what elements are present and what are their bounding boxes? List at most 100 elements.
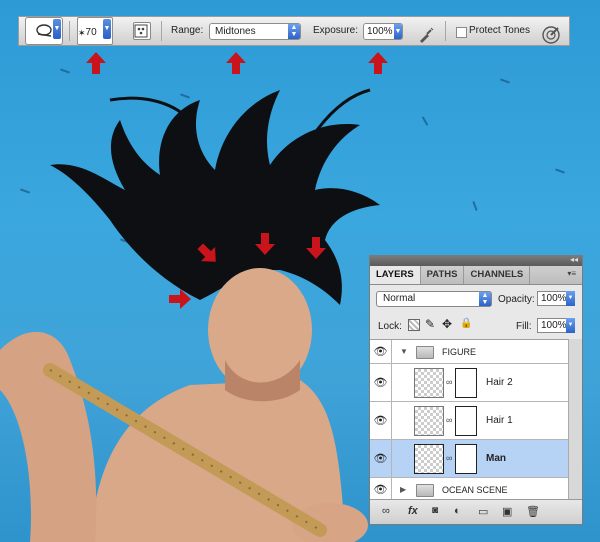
new-group-icon[interactable]: ▭ <box>478 505 488 518</box>
collapse-icon[interactable]: ◂◂ <box>570 255 578 264</box>
fill-value: 100% <box>541 320 567 331</box>
layer-hair-1[interactable]: 👁 ∞ Hair 1 <box>370 402 568 440</box>
link-chain-icon[interactable]: ∞ <box>446 377 452 387</box>
visibility-eye-icon[interactable]: 👁 <box>370 340 392 363</box>
annotation-arrow-up <box>368 52 388 74</box>
chevron-down-icon: ▼ <box>566 291 575 306</box>
visibility-eye-icon[interactable]: 👁 <box>370 364 392 401</box>
brush-panel-button[interactable] <box>133 22 151 40</box>
exposure-label: Exposure: <box>313 25 359 36</box>
layers-panel: ◂◂ LAYERS PATHS CHANNELS ▾≡ Normal ▲ ▼ Op… <box>369 255 583 525</box>
lock-pixels-icon[interactable]: ✎ <box>425 317 435 331</box>
fish-shape <box>59 68 71 74</box>
layer-mask-thumbnail[interactable] <box>455 368 477 398</box>
airbrush-icon <box>420 27 434 43</box>
fish-shape <box>472 200 478 212</box>
layer-name: OCEAN SCENE <box>442 485 508 495</box>
options-bar: ▼ ✶ 70 ▼ Range: Midtones ▲ ▼ Exposure: 10… <box>18 16 570 46</box>
trash-icon[interactable]: 🗑 <box>526 505 540 518</box>
brush-picker[interactable]: ✶ 70 ▼ <box>77 17 113 45</box>
opacity-field[interactable]: 100% ▼ <box>537 291 575 306</box>
tool-preset-picker[interactable]: ▼ <box>25 17 63 45</box>
layers-scrollbar[interactable] <box>568 339 582 501</box>
lock-transparency-icon[interactable] <box>408 319 420 331</box>
tab-channels[interactable]: CHANNELS <box>464 266 531 284</box>
annotation-arrow-right <box>169 289 191 309</box>
airbrush-button[interactable] <box>417 21 435 49</box>
chevron-down-icon: ▼ <box>394 24 402 39</box>
protect-tones-checkbox[interactable] <box>456 27 467 38</box>
visibility-eye-icon[interactable]: 👁 <box>370 478 392 501</box>
layer-mask-thumbnail[interactable] <box>455 406 477 436</box>
folder-icon <box>416 346 434 359</box>
chevron-down-icon: ▼ <box>566 318 575 333</box>
layer-thumbnail <box>414 444 444 474</box>
brush-tip-icon: ✶ <box>78 27 86 38</box>
annotation-arrow-down <box>255 233 275 255</box>
tablet-pressure-icon <box>542 26 560 44</box>
tab-paths[interactable]: PATHS <box>421 266 465 284</box>
brush-panel-icon <box>134 24 148 38</box>
updown-arrows-icon: ▲ ▼ <box>288 24 300 39</box>
layer-hair-2[interactable]: 👁 ∞ Hair 2 <box>370 364 568 402</box>
new-layer-icon[interactable]: ▣ <box>502 505 512 518</box>
layer-style-fx-icon[interactable]: fx <box>408 505 418 517</box>
folder-icon <box>416 484 434 497</box>
updown-arrows-icon: ▲ ▼ <box>479 292 491 306</box>
link-chain-icon[interactable]: ∞ <box>446 453 452 463</box>
range-label: Range: <box>171 25 204 36</box>
panel-titlebar[interactable]: ◂◂ <box>370 255 582 266</box>
visibility-eye-icon[interactable]: 👁 <box>370 402 392 439</box>
link-layers-icon[interactable]: ∞ <box>382 505 390 517</box>
chevron-down-icon: ▼ <box>53 19 61 39</box>
tab-layers[interactable]: LAYERS <box>370 266 421 284</box>
divider <box>161 21 162 41</box>
divider <box>445 21 446 41</box>
layer-name: Hair 1 <box>486 415 513 426</box>
tablet-pressure-button[interactable] <box>541 21 561 49</box>
layer-name: Man <box>486 453 506 464</box>
brush-size: 70 <box>85 26 97 38</box>
link-chain-icon[interactable]: ∞ <box>446 415 452 425</box>
lock-position-icon[interactable]: ✥ <box>442 317 452 331</box>
layer-man[interactable]: 👁 ∞ Man <box>370 440 568 478</box>
protect-tones-label: Protect Tones <box>469 25 530 36</box>
layer-group-figure[interactable]: 👁 ▼ FIGURE <box>370 340 568 364</box>
layers-list: 👁 ▼ FIGURE 👁 ∞ Hair 2 👁 ∞ Hair 1 👁 ∞ Man… <box>370 339 568 502</box>
chevron-down-icon: ▼ <box>103 19 111 39</box>
man-figure <box>0 268 368 542</box>
panel-footer: ∞ fx ◙ ◐ ▭ ▣ 🗑 <box>370 499 582 524</box>
fish-shape <box>499 78 511 84</box>
expand-triangle-icon[interactable]: ▼ <box>400 347 408 356</box>
layer-thumbnail <box>414 406 444 436</box>
fill-field[interactable]: 100% ▼ <box>537 318 575 333</box>
divider <box>69 21 70 41</box>
annotation-arrow-down <box>306 237 326 259</box>
blend-mode-select[interactable]: Normal ▲ ▼ <box>376 291 492 307</box>
adjustment-layer-icon[interactable]: ◐ <box>454 505 461 517</box>
layer-thumbnail <box>414 368 444 398</box>
blend-mode-value: Normal <box>383 293 416 304</box>
add-mask-icon[interactable]: ◙ <box>432 505 438 516</box>
range-select[interactable]: Midtones ▲ ▼ <box>209 23 301 40</box>
lock-label: Lock: <box>378 321 402 332</box>
fish-shape <box>421 116 429 126</box>
fish-shape <box>19 188 31 194</box>
exposure-value: 100% <box>367 26 393 37</box>
panel-menu-icon[interactable]: ▾≡ <box>567 269 576 278</box>
layer-name: Hair 2 <box>486 377 513 388</box>
layer-name: FIGURE <box>442 347 477 357</box>
collapse-triangle-icon[interactable]: ▶ <box>400 485 406 494</box>
opacity-value: 100% <box>541 293 567 304</box>
panel-tabs: LAYERS PATHS CHANNELS ▾≡ <box>370 266 582 285</box>
visibility-eye-icon[interactable]: 👁 <box>370 440 392 477</box>
lock-all-icon[interactable]: 🔒 <box>460 318 472 329</box>
annotation-arrow-up <box>86 52 106 74</box>
fill-label: Fill: <box>516 321 532 332</box>
opacity-label: Opacity: <box>498 294 535 305</box>
fish-shape <box>554 168 566 174</box>
range-value: Midtones <box>215 26 256 37</box>
exposure-field[interactable]: 100% ▼ <box>363 23 403 40</box>
annotation-arrow-up <box>226 52 246 74</box>
layer-mask-thumbnail[interactable] <box>455 444 477 474</box>
